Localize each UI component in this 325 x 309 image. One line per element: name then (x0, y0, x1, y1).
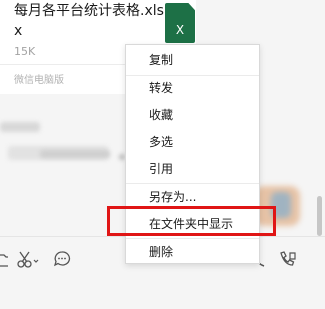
blurred-message-text (40, 150, 110, 158)
scrollbar-thumb[interactable] (317, 196, 322, 236)
folder-icon[interactable] (0, 249, 8, 269)
highlight-box (107, 206, 276, 236)
scissors-icon[interactable] (16, 249, 40, 269)
excel-icon-label: X (175, 23, 185, 37)
file-name: 每月各平台统计表格.xlsx (14, 3, 164, 39)
excel-file-icon: X (165, 3, 195, 43)
menu-item-favorite[interactable]: 收藏 (126, 102, 259, 128)
file-source: 微信电脑版 (14, 75, 64, 86)
menu-item-delete[interactable]: 删除 (126, 239, 259, 265)
chat-bubble-icon[interactable] (52, 249, 72, 269)
menu-item-forward[interactable]: 转发 (126, 75, 259, 101)
menu-item-multi-select[interactable]: 多选 (126, 129, 259, 155)
file-size: 15K (14, 45, 36, 58)
menu-item-copy[interactable]: 复制 (126, 47, 259, 73)
blurred-text (0, 122, 40, 132)
video-call-icon[interactable] (278, 249, 298, 269)
menu-item-quote[interactable]: 引用 (126, 156, 259, 182)
